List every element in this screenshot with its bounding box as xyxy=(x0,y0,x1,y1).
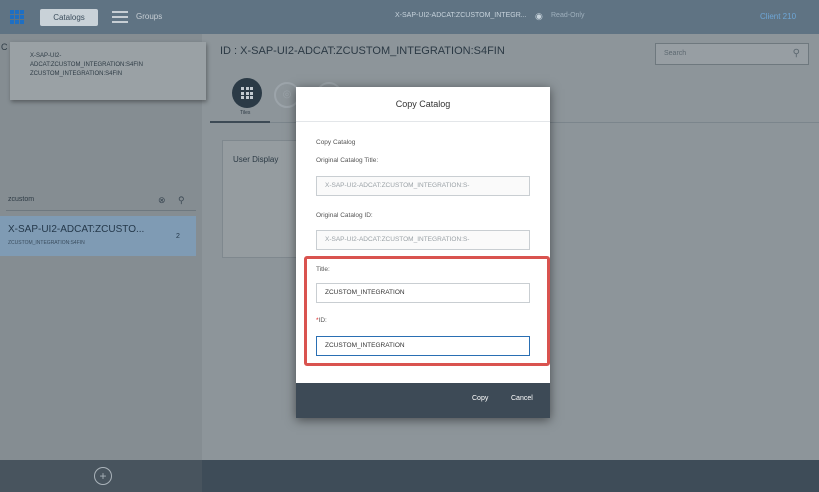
dialog-footer: Copy Cancel xyxy=(296,383,550,418)
tooltip-line-1: X-SAP-UI2- xyxy=(30,53,62,59)
app-grid-icon[interactable] xyxy=(10,10,24,24)
highlight-box xyxy=(304,256,550,366)
catalog-search-input[interactable]: zcustom ⊗ ⚲ xyxy=(0,190,202,212)
tiles-icon xyxy=(241,87,253,99)
list-item-title: X-SAP-UI2-ADCAT:ZCUSTO... xyxy=(8,224,145,235)
tab-tiles[interactable] xyxy=(232,78,262,108)
footer-sidebar: + xyxy=(0,460,202,492)
list-item[interactable]: X-SAP-UI2-ADCAT:ZCUSTO... ZCUSTOM_INTEGR… xyxy=(0,216,196,256)
search-icon[interactable]: ⚲ xyxy=(793,48,800,59)
original-id-field: X-SAP-UI2-ADCAT:ZCUSTOM_INTEGRATION:S- xyxy=(316,230,530,250)
original-title-field: X-SAP-UI2-ADCAT:ZCUSTOM_INTEGRATION:S- xyxy=(316,176,530,196)
add-circle-icon[interactable]: + xyxy=(94,467,112,485)
cancel-button[interactable]: Cancel xyxy=(511,395,533,402)
copy-catalog-dialog: Copy Catalog Copy Catalog Original Catal… xyxy=(296,87,550,418)
clear-icon[interactable]: ⊗ xyxy=(158,195,166,206)
tile-label: User Display xyxy=(233,155,279,164)
search-underline xyxy=(6,210,196,211)
tooltip-line-2: ADCAT:ZCUSTOM_INTEGRATION:S4FIN xyxy=(30,62,144,68)
list-item-subtitle: ZCUSTOM_INTEGRATION:S4FIN xyxy=(8,240,85,246)
footer: + xyxy=(0,460,819,492)
tab-selected-indicator xyxy=(210,121,270,123)
tooltip-line-3: ZCUSTOM_INTEGRATION:S4FIN xyxy=(30,71,123,77)
section-heading: Copy Catalog xyxy=(316,139,356,146)
hamburger-icon[interactable] xyxy=(112,10,128,24)
search-icon[interactable]: ⚲ xyxy=(178,195,185,206)
tab-groups[interactable]: Groups xyxy=(136,12,162,21)
tab-tiles-label: Tiles xyxy=(240,110,251,116)
eye-icon: ◉ xyxy=(535,11,543,21)
dialog-header: Copy Catalog xyxy=(296,87,550,122)
tooltip-prefix: C xyxy=(1,42,8,52)
window-title: X-SAP-UI2-ADCAT:ZCUSTOM_INTEGR... xyxy=(395,12,527,19)
original-id-label: Original Catalog ID: xyxy=(316,212,373,219)
copy-button[interactable]: Copy xyxy=(472,395,488,402)
tab-catalogs[interactable]: Catalogs xyxy=(40,9,98,26)
client-label: Client 210 xyxy=(760,12,797,21)
search-input[interactable]: Search ⚲ xyxy=(655,43,809,65)
page-title: ID : X-SAP-UI2-ADCAT:ZCUSTOM_INTEGRATION… xyxy=(220,45,505,57)
shell-header: Catalogs Groups X-SAP-UI2-ADCAT:ZCUSTOM_… xyxy=(0,0,819,34)
list-item-count: 2 xyxy=(176,233,180,240)
read-only-label: Read-Only xyxy=(551,12,585,19)
original-title-label: Original Catalog Title: xyxy=(316,157,379,164)
search-placeholder: Search xyxy=(664,50,687,57)
tile-card[interactable]: User Display xyxy=(222,140,302,258)
search-term[interactable]: zcustom xyxy=(8,196,34,203)
dialog-title: Copy Catalog xyxy=(395,99,451,109)
catalog-tooltip: X-SAP-UI2- ADCAT:ZCUSTOM_INTEGRATION:S4F… xyxy=(10,42,206,100)
